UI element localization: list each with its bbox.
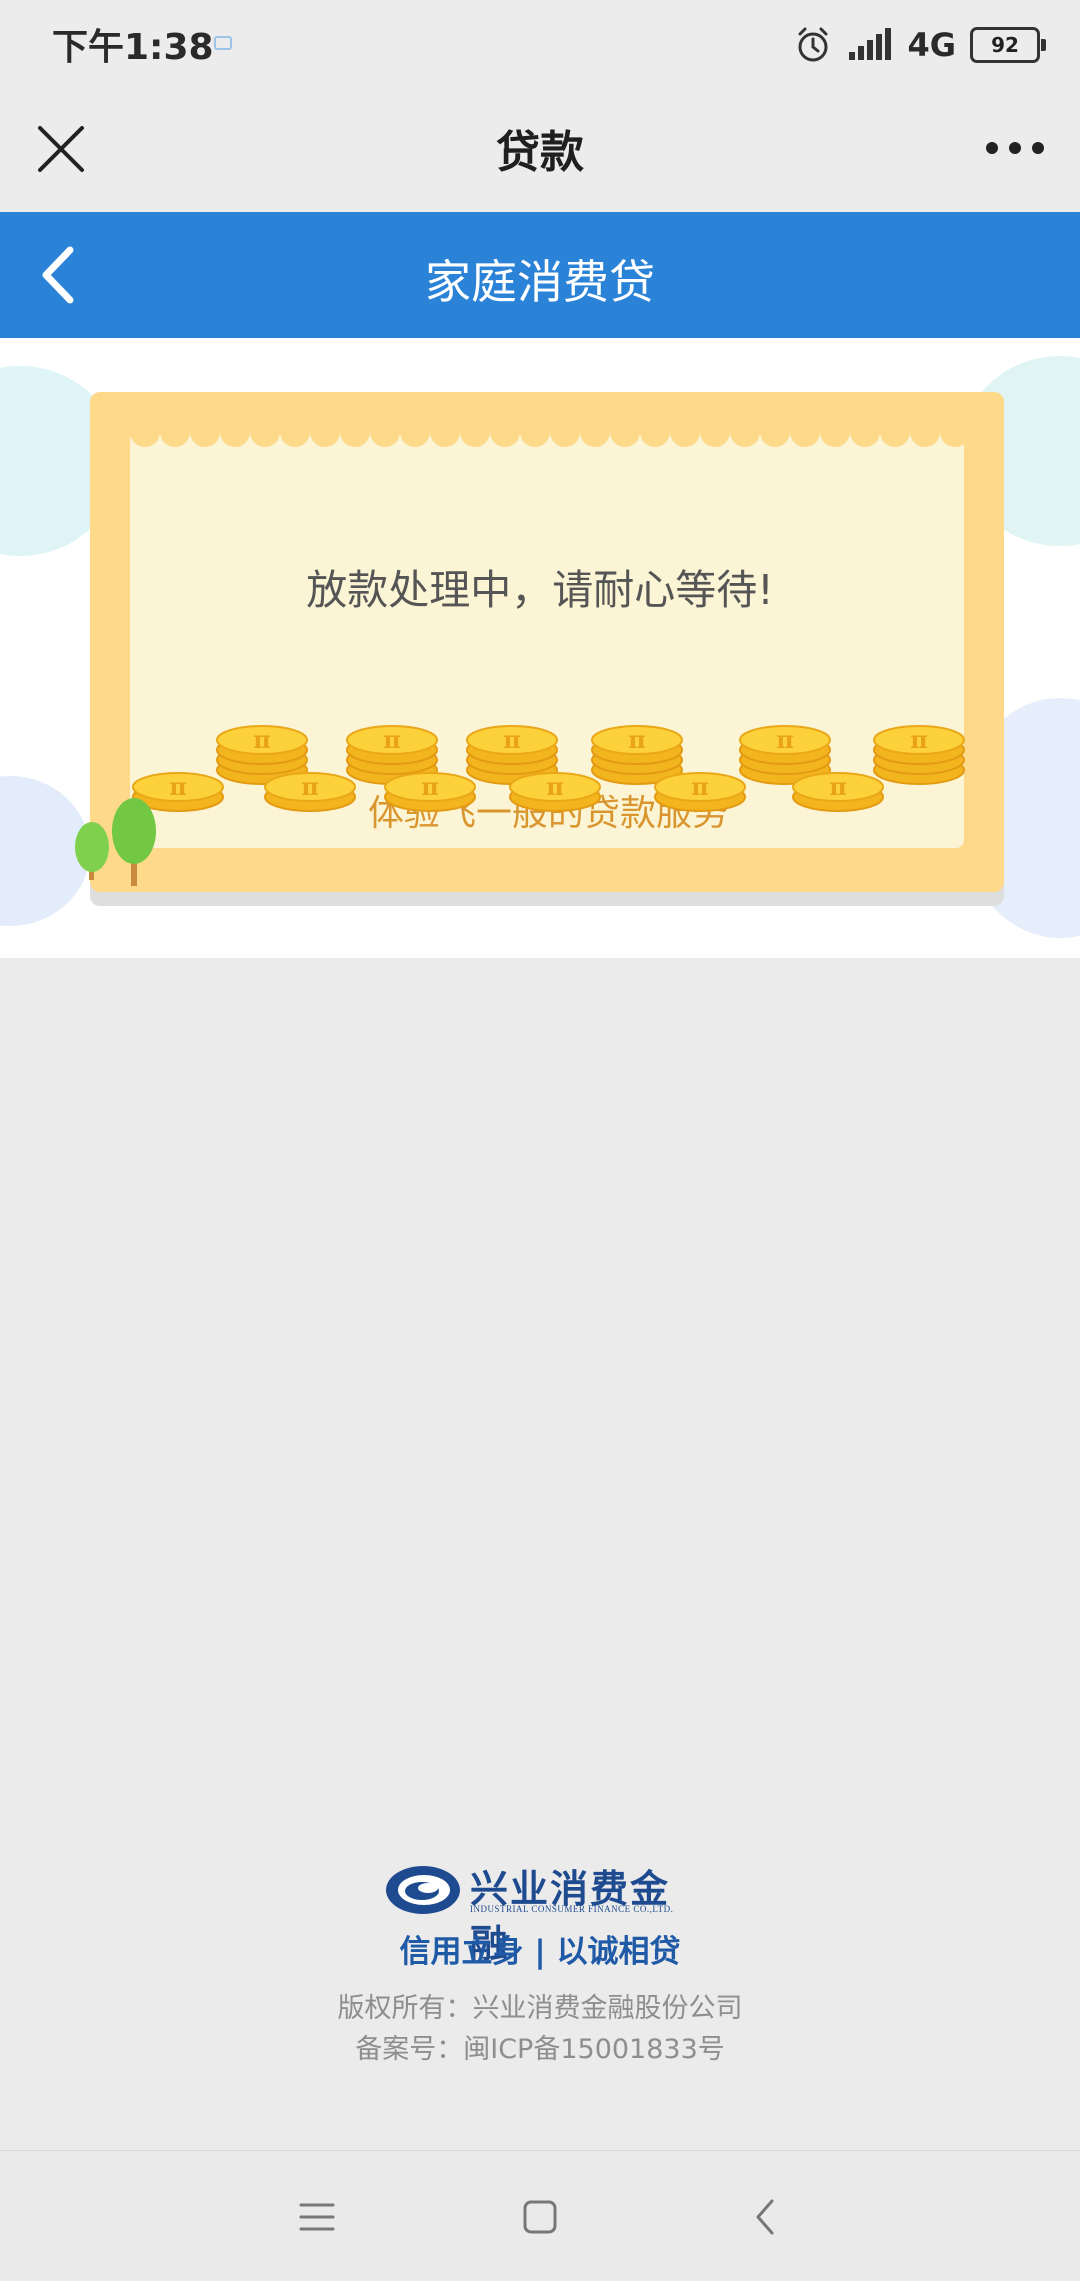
page-title: 贷款 (496, 127, 584, 178)
signal-icon (849, 28, 892, 60)
header-title: 家庭消费贷 (425, 255, 655, 309)
svg-text:π: π (383, 725, 401, 754)
app-header: 家庭消费贷 (0, 212, 1080, 338)
status-time: 下午1:38 (52, 27, 214, 68)
logo-text-en: INDUSTRIAL CONSUMER FINANCE CO.,LTD. (470, 1904, 674, 1914)
alarm-icon (798, 27, 828, 62)
icp-text: 备案号：闽ICP备15001833号 (355, 2034, 725, 2065)
svg-text:π: π (829, 772, 847, 801)
copyright-text: 版权所有：兴业消费金融股份公司 (337, 1993, 743, 2024)
notification-icon (214, 36, 232, 50)
loan-status-message: 放款处理中，请耐心等待! (306, 566, 774, 614)
coin-stack: π (873, 725, 965, 785)
svg-text:π: π (169, 772, 187, 801)
svg-text:π: π (546, 772, 564, 801)
card-illustration: 体验飞一般的贷款服务 π π π π π ππ π π π π π (75, 392, 1004, 906)
svg-text:π: π (253, 725, 271, 754)
svg-text:π: π (628, 725, 646, 754)
battery-level: 92 (991, 33, 1019, 57)
coin-stack: π (384, 772, 476, 812)
status-banner: 体验飞一般的贷款服务 ππππππππππππ 放款处理中，请耐心等待! (0, 338, 1080, 958)
coin-stack: π (654, 772, 746, 812)
back-icon[interactable] (736, 2187, 796, 2247)
svg-text:π: π (503, 725, 521, 754)
home-icon[interactable] (510, 2187, 570, 2247)
svg-text:π: π (776, 725, 794, 754)
menu-icon[interactable] (287, 2187, 347, 2247)
coin-stack: π (264, 772, 356, 812)
svg-text:π: π (301, 772, 319, 801)
status-icons: 4G 92 (793, 22, 1046, 68)
company-logo: 兴业消费金融 INDUSTRIAL CONSUMER FINANCE CO.,L… (384, 1864, 704, 1966)
system-nav-bar (0, 2150, 1080, 2281)
svg-text:π: π (691, 772, 709, 801)
svg-text:π: π (421, 772, 439, 801)
more-icon[interactable] (980, 122, 1050, 174)
battery-icon: 92 (970, 27, 1046, 63)
coin-stack: π (792, 772, 884, 812)
coin-stack: π (509, 772, 601, 812)
coin-stack: π (591, 725, 683, 785)
status-bar: 下午1:38 4G 92 (0, 0, 1080, 88)
svg-text:π: π (910, 725, 928, 754)
slogan: 信用立身 | 以诚相贷 (399, 1934, 681, 1970)
title-bar: 贷款 (0, 88, 1080, 212)
logo-icon (386, 1866, 460, 1914)
network-type: 4G (907, 26, 956, 64)
